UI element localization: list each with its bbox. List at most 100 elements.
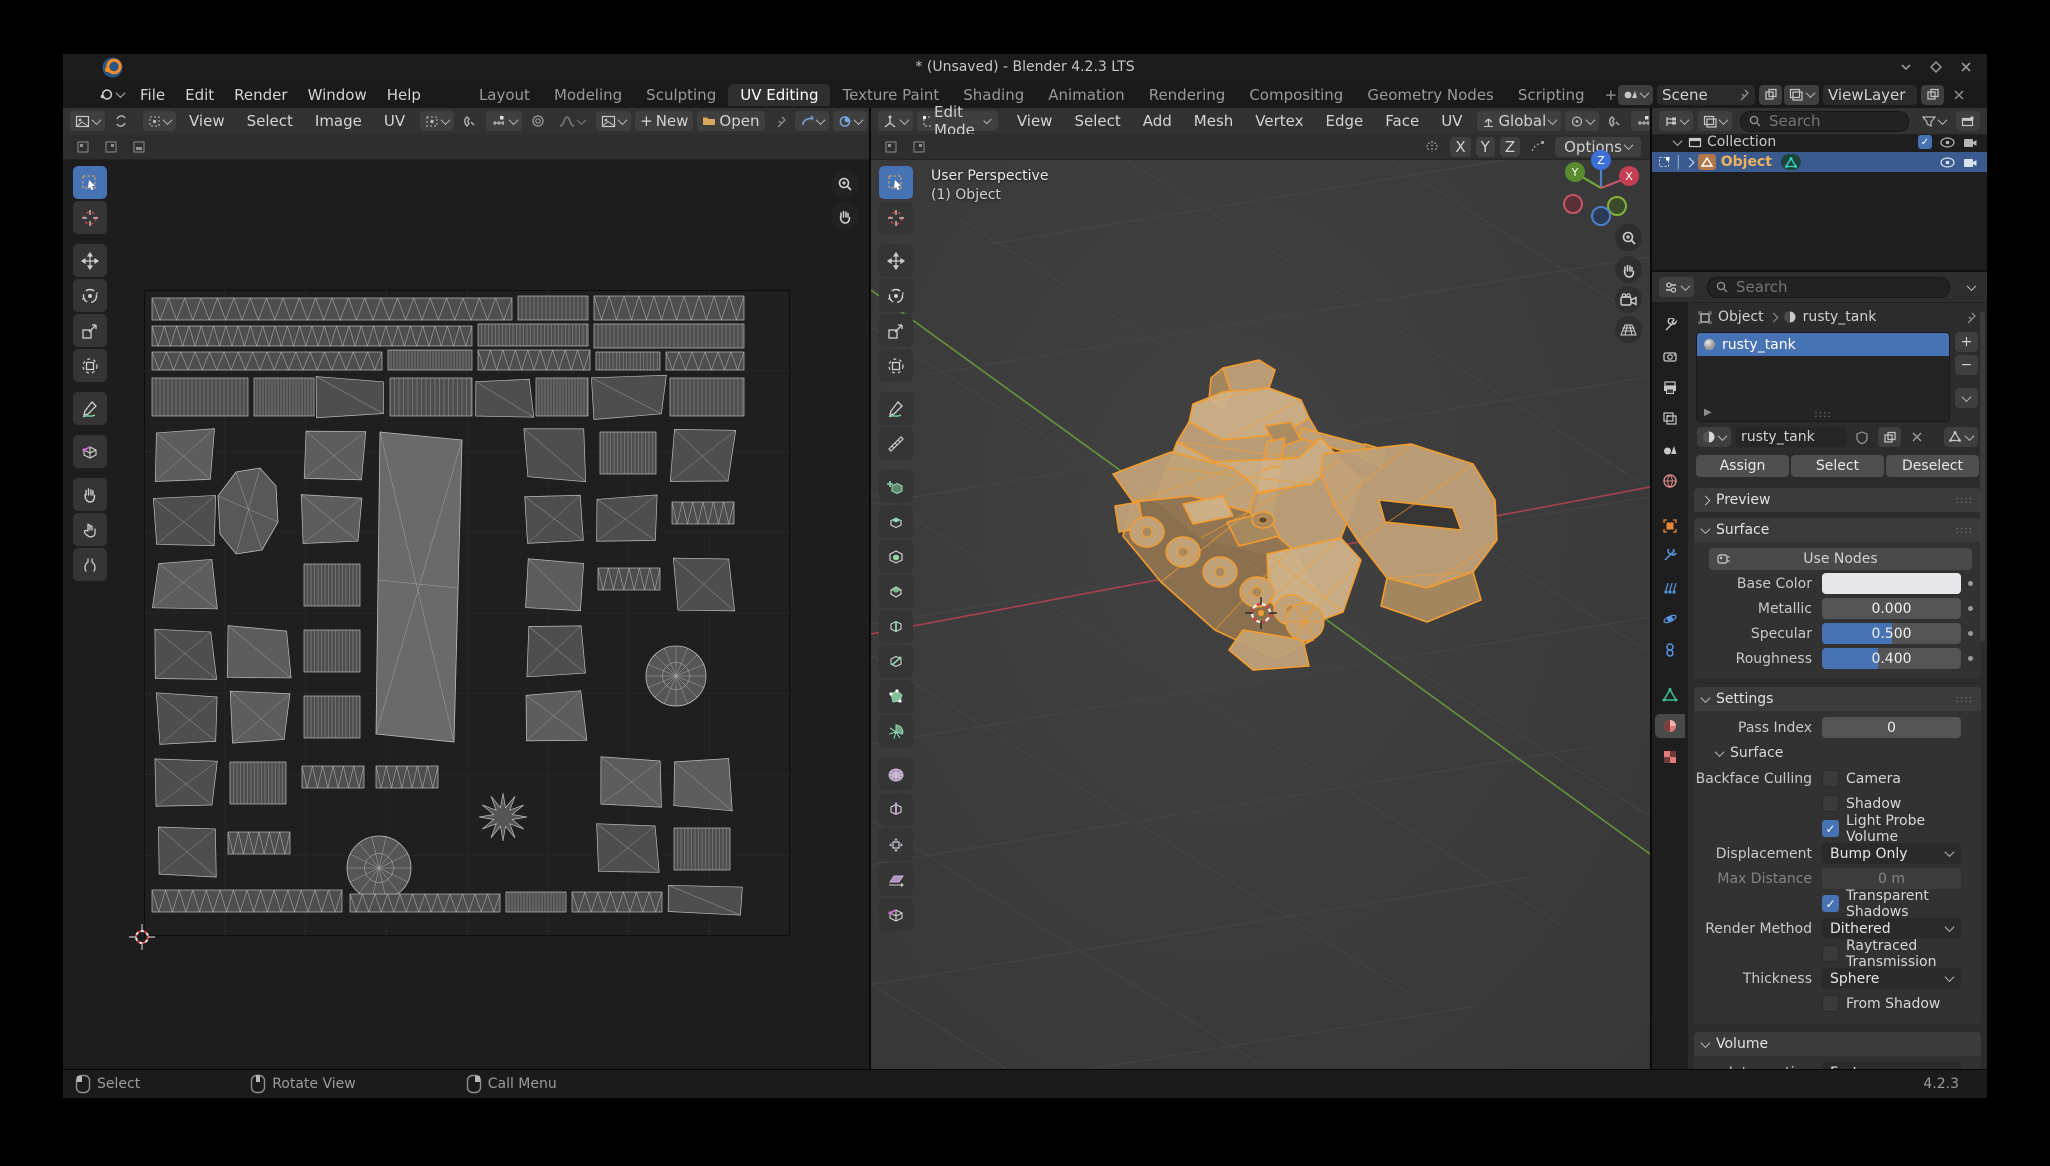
workspace-tab-scripting[interactable]: Scripting (1506, 84, 1597, 106)
properties-tab-constraints[interactable] (1655, 638, 1685, 662)
knife-tool[interactable] (879, 645, 913, 678)
vp-toolsettings-icon-1[interactable] (880, 137, 903, 157)
grab-tool[interactable] (73, 478, 107, 511)
loop-cut-tool[interactable] (879, 610, 913, 643)
workspace-tab-modeling[interactable]: Modeling (542, 84, 634, 106)
material-name-field[interactable]: rusty_tank (1736, 427, 1846, 447)
pass-index-field[interactable]: 0 (1822, 717, 1961, 738)
workspace-tab-sculpting[interactable]: Sculpting (634, 84, 728, 106)
outliner-row-object[interactable]: | Object (1652, 152, 1987, 172)
annotate-tool[interactable] (879, 392, 913, 425)
mirror-icon[interactable] (1419, 137, 1445, 157)
camera-icon[interactable] (1963, 137, 1977, 148)
uv-menu-view[interactable]: View (179, 112, 235, 130)
properties-tab-render[interactable] (1655, 345, 1685, 369)
editor-type-uv-icon[interactable] (70, 111, 105, 131)
rip-region-tool[interactable] (73, 435, 107, 468)
uv-menu-image[interactable]: Image (305, 112, 372, 130)
remove-slot-button[interactable]: − (1955, 355, 1978, 375)
specular-field[interactable]: 0.500 (1822, 623, 1961, 644)
from-shadow-checkbox[interactable] (1822, 995, 1839, 1012)
camera-icon[interactable] (1963, 157, 1977, 168)
poly-build-tool[interactable] (879, 680, 913, 713)
workspace-tab-compositing[interactable]: Compositing (1237, 84, 1355, 106)
mirror-x-toggle[interactable]: X (1450, 137, 1470, 157)
uv-falloff-icon[interactable] (554, 111, 590, 131)
material-unlink-icon[interactable] (1906, 427, 1928, 447)
scene-copy-icon[interactable] (1759, 85, 1782, 105)
slot-specials-button[interactable] (1955, 388, 1978, 408)
tweak-tool[interactable] (879, 166, 913, 199)
edge-slide-tool[interactable] (879, 793, 913, 826)
vp-snap-magnet-icon[interactable] (1603, 111, 1627, 131)
properties-tab-modifiers[interactable] (1655, 545, 1685, 569)
viewlayer-copy-icon[interactable] (1921, 85, 1944, 105)
uv-image-browse-icon[interactable] (596, 111, 631, 131)
settings-panel-header[interactable]: Settings:::: (1694, 687, 1981, 711)
cursor-tool[interactable] (73, 201, 107, 234)
rotate-tool[interactable] (879, 279, 913, 312)
mirror-z-toggle[interactable]: Z (1500, 137, 1520, 157)
add-slot-button[interactable]: + (1955, 332, 1978, 352)
rip-region-tool[interactable] (879, 898, 913, 931)
uv-menu-uv[interactable]: UV (374, 112, 415, 130)
vp-menu-view[interactable]: View (1007, 112, 1063, 130)
roughness-field[interactable]: 0.400 (1822, 648, 1961, 669)
light-probe-volume-checkbox[interactable]: ✓ (1822, 820, 1839, 837)
uv-zoom-icon[interactable] (831, 170, 858, 197)
scene-name-field[interactable]: Scene (1657, 85, 1755, 105)
properties-options-chevron[interactable] (1963, 277, 1980, 297)
axis-gizmo[interactable]: Z Y X (1561, 148, 1641, 228)
uv-overlays-toggle-icon[interactable] (833, 111, 867, 131)
scale-tool[interactable] (73, 314, 107, 347)
inset-tool[interactable] (879, 540, 913, 573)
eye-icon[interactable] (1940, 157, 1955, 168)
transform-tool[interactable] (879, 349, 913, 382)
viewlayer-icon[interactable] (1784, 85, 1819, 105)
animate-dot[interactable] (1968, 581, 1973, 586)
uv-new-image-button[interactable]: + New (635, 111, 693, 131)
move-tool[interactable] (73, 244, 107, 277)
max-distance-field[interactable]: 0 m (1822, 868, 1961, 889)
surface-panel-header[interactable]: Surface:::: (1694, 518, 1981, 542)
uv-gizmos-toggle-icon[interactable] (795, 111, 829, 131)
orientation-selector[interactable]: Global (1477, 111, 1561, 131)
use-nodes-button[interactable]: Use Nodes (1709, 548, 1972, 570)
raytraced-transmission-checkbox[interactable] (1822, 945, 1839, 962)
shrink-fatten-tool[interactable] (879, 828, 913, 861)
menu-file[interactable]: File (130, 86, 175, 104)
properties-tab-output[interactable] (1655, 376, 1685, 400)
properties-tab-tool[interactable] (1655, 314, 1685, 338)
deselect-button[interactable]: Deselect (1886, 455, 1979, 477)
volume-panel-header[interactable]: Volume (1694, 1032, 1981, 1056)
blender-menu-icon[interactable] (93, 85, 129, 105)
window-maximize-icon[interactable] (1929, 60, 1943, 74)
shadow-checkbox[interactable] (1822, 795, 1839, 812)
uv-sticky-select-icon[interactable] (143, 111, 176, 131)
workspace-tab-geometry-nodes[interactable]: Geometry Nodes (1355, 84, 1506, 106)
mode-selector[interactable]: Edit Mode (917, 111, 998, 131)
pinch-tool[interactable] (73, 548, 107, 581)
vgroup-filter-icon[interactable] (1944, 427, 1978, 447)
transparent-shadows-checkbox[interactable]: ✓ (1822, 895, 1839, 912)
properties-tab-material[interactable] (1655, 714, 1685, 738)
move-tool[interactable] (879, 244, 913, 277)
vp-toolsettings-icon-2[interactable] (908, 137, 931, 157)
vp-pan-hand-icon[interactable] (1615, 256, 1642, 283)
fake-user-shield-icon[interactable] (1851, 427, 1873, 447)
outliner-search-input[interactable] (1767, 111, 1881, 131)
pivot-point-icon[interactable] (1565, 111, 1599, 131)
vp-menu-edge[interactable]: Edge (1316, 112, 1374, 130)
uv-open-image-button[interactable]: Open (697, 111, 764, 131)
vp-menu-face[interactable]: Face (1375, 112, 1429, 130)
vp-menu-mesh[interactable]: Mesh (1184, 112, 1244, 130)
properties-scrollbar[interactable] (1980, 312, 1985, 642)
viewport-right-splitter[interactable] (1650, 108, 1652, 1069)
shear-tool[interactable] (879, 863, 913, 896)
breadcrumb-material[interactable]: rusty_tank (1803, 309, 1877, 325)
window-close-icon[interactable] (1959, 60, 1973, 74)
rotate-tool[interactable] (73, 279, 107, 312)
uv-snap-magnet-icon[interactable] (458, 111, 482, 131)
menu-render[interactable]: Render (224, 86, 297, 104)
viewport-canvas[interactable] (871, 159, 1650, 1069)
